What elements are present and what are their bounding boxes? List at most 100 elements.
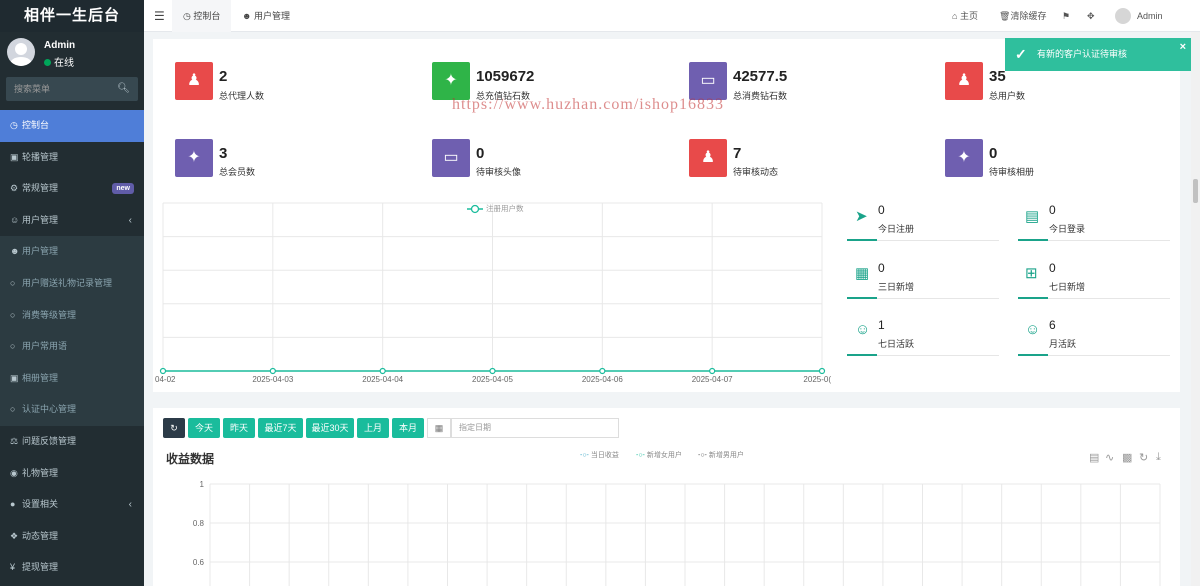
menu-toggle-icon[interactable]: ☰ bbox=[154, 0, 165, 32]
battery-icon: ▭ bbox=[689, 62, 727, 100]
sidebar-subitem-phrases[interactable]: ○ 用户常用语 bbox=[0, 331, 144, 363]
check-icon: ✓ bbox=[1015, 46, 1027, 62]
magic-icon: ✦ bbox=[432, 62, 470, 100]
tab-user-manage[interactable]: ☻ 用户管理 bbox=[242, 0, 290, 32]
magic-icon: ✦ bbox=[945, 139, 983, 177]
legend-label: 新增男用户 bbox=[708, 452, 744, 459]
data-point bbox=[709, 367, 716, 375]
magic-icon: ✦ bbox=[175, 139, 213, 177]
sidebar-item-label: 认证中心管理 bbox=[22, 404, 77, 415]
refresh-button[interactable]: ↻ bbox=[163, 418, 185, 438]
rocket-icon: ➤ bbox=[855, 208, 868, 225]
sidebar-item-gifts[interactable]: ◉ 礼物管理 bbox=[0, 458, 144, 490]
data-point bbox=[269, 367, 276, 375]
filter-last30-button[interactable]: 最近30天 bbox=[306, 418, 354, 438]
search-icon[interactable]: 🔍︎ bbox=[117, 77, 130, 101]
filter-this-month-button[interactable]: 本月 bbox=[392, 418, 424, 438]
sidebar-item-label: 消费等级管理 bbox=[22, 309, 77, 320]
sidebar-item-label: 用户常用语 bbox=[22, 341, 68, 352]
sidebar-subitem-user-manage[interactable]: ☻ 用户管理 bbox=[0, 236, 144, 268]
tab-dashboard[interactable]: ◷ 控制台 bbox=[172, 0, 232, 32]
user-panel: Admin 在线 bbox=[0, 32, 144, 74]
sidebar-item-feedback[interactable]: ⚖ 问题反馈管理 bbox=[0, 426, 144, 458]
dashboard-icon: ◷ bbox=[183, 11, 191, 21]
fullscreen-icon[interactable]: ✥ bbox=[1087, 0, 1095, 32]
dashboard-icon: ◷ bbox=[10, 120, 18, 130]
scrollbar-thumb[interactable] bbox=[1193, 179, 1198, 203]
line-chart-icon[interactable]: ∿ bbox=[1105, 451, 1114, 464]
sidebar-item-moments[interactable]: ❖ 动态管理 bbox=[0, 521, 144, 553]
image-icon: ▣ bbox=[10, 151, 19, 162]
stat-label: 待审核相册 bbox=[989, 167, 1035, 177]
file-icon[interactable]: ▤ bbox=[1089, 451, 1099, 464]
filter-last7-button[interactable]: 最近7天 bbox=[258, 418, 303, 438]
yen-icon: ¥ bbox=[10, 562, 16, 573]
filter-today-button[interactable]: 今天 bbox=[188, 418, 220, 438]
restore-icon[interactable]: ↻ bbox=[1139, 451, 1148, 464]
income-title: 收益数据 bbox=[166, 452, 215, 466]
mini-stat-underline bbox=[847, 354, 877, 356]
sidebar-item-label: 轮播管理 bbox=[22, 151, 59, 162]
bar-chart-icon[interactable]: ▩ bbox=[1122, 451, 1132, 464]
divider bbox=[1048, 355, 1170, 356]
date-picker-input[interactable]: 指定日期 bbox=[451, 418, 619, 438]
calendar-icon[interactable]: ▦ bbox=[427, 418, 451, 438]
data-point bbox=[379, 367, 386, 375]
sidebar-item-settings[interactable]: ● 设置相关 ‹ bbox=[0, 489, 144, 521]
avatar[interactable] bbox=[1115, 8, 1131, 24]
users-icon: ♟ bbox=[175, 62, 213, 100]
menu-search-input[interactable]: 搜索菜单 🔍︎ bbox=[6, 77, 138, 101]
scrollbar[interactable] bbox=[1191, 32, 1200, 586]
divider bbox=[877, 355, 999, 356]
stat-value: 2 bbox=[219, 68, 228, 85]
sidebar-subitem-certification[interactable]: ○ 认证中心管理 bbox=[0, 394, 144, 426]
user-circle-icon: ☺ bbox=[10, 214, 20, 225]
sidebar-item-label: 提现管理 bbox=[22, 562, 59, 573]
calendar-icon: ▦ bbox=[855, 265, 870, 282]
legend-item[interactable]: -○- 新增男用户 bbox=[698, 450, 744, 460]
x-tick-label: 2025-04-05 bbox=[472, 375, 513, 384]
chevron-down-icon: ‹ bbox=[128, 214, 132, 226]
sidebar-subitem-gift-records[interactable]: ○ 用户赠送礼物记录管理 bbox=[0, 267, 144, 300]
toast-message: 有新的客户认证待审核 bbox=[1037, 49, 1128, 59]
gift-icon: ◉ bbox=[10, 467, 18, 478]
mini-stat-value: 1 bbox=[878, 318, 885, 332]
x-tick-label: 2025-04-04 bbox=[362, 375, 403, 384]
user-status-text: 在线 bbox=[54, 58, 74, 69]
sidebar-item-label: 设置相关 bbox=[22, 499, 59, 510]
circle-icon: ○ bbox=[10, 404, 16, 415]
circle-icon: ○ bbox=[10, 309, 16, 320]
mini-stat-label: 月活跃 bbox=[1049, 339, 1077, 349]
mini-stat-underline bbox=[1018, 239, 1048, 241]
stat-value: 0 bbox=[989, 145, 998, 162]
calendar-plus-icon: ⊞ bbox=[1025, 265, 1038, 282]
filter-last-month-button[interactable]: 上月 bbox=[357, 418, 389, 438]
sidebar-item-general[interactable]: ⚙ 常规管理 new bbox=[0, 173, 144, 205]
sidebar-item-banner[interactable]: ▣ 轮播管理 bbox=[0, 142, 144, 174]
legend-item[interactable]: -○- 当日收益 bbox=[580, 450, 619, 460]
clear-cache-button[interactable]: 🗑︎清除缓存 bbox=[999, 0, 1046, 32]
translate-icon[interactable]: ⚑ bbox=[1062, 0, 1070, 32]
home-label: 主页 bbox=[959, 11, 978, 21]
stat-label: 待审核动态 bbox=[733, 167, 779, 177]
mini-stat-value: 0 bbox=[1049, 203, 1056, 217]
sidebar-subitem-spend-level[interactable]: ○ 消费等级管理 bbox=[0, 299, 144, 332]
divider bbox=[1048, 298, 1170, 299]
notification-toast[interactable]: ✓ 有新的客户认证待审核 × bbox=[1005, 38, 1192, 71]
sidebar-item-withdraw[interactable]: ¥ 提现管理 bbox=[0, 552, 144, 584]
x-tick-label: 04-02 bbox=[155, 375, 176, 384]
sidebar-subitem-album[interactable]: ▣ 相册管理 bbox=[0, 362, 144, 395]
filter-yesterday-button[interactable]: 昨天 bbox=[223, 418, 255, 438]
download-icon[interactable]: ⤓ bbox=[1156, 451, 1161, 464]
close-icon[interactable]: × bbox=[1180, 31, 1186, 64]
sidebar-item-dashboard[interactable]: ◷ 控制台 bbox=[0, 110, 144, 142]
legend-item[interactable]: -○- 新增女用户 bbox=[636, 450, 682, 460]
mini-stat-underline bbox=[1018, 297, 1048, 299]
stat-value: 35 bbox=[989, 68, 1006, 85]
data-point bbox=[489, 367, 496, 375]
home-link[interactable]: ⌂ 主页 bbox=[952, 0, 978, 32]
admin-menu[interactable]: Admin bbox=[1137, 0, 1163, 32]
sidebar-item-users[interactable]: ☺ 用户管理 ‹ bbox=[0, 205, 144, 237]
users-icon: ♟ bbox=[945, 62, 983, 100]
sidebar-item-label: 礼物管理 bbox=[22, 467, 59, 478]
